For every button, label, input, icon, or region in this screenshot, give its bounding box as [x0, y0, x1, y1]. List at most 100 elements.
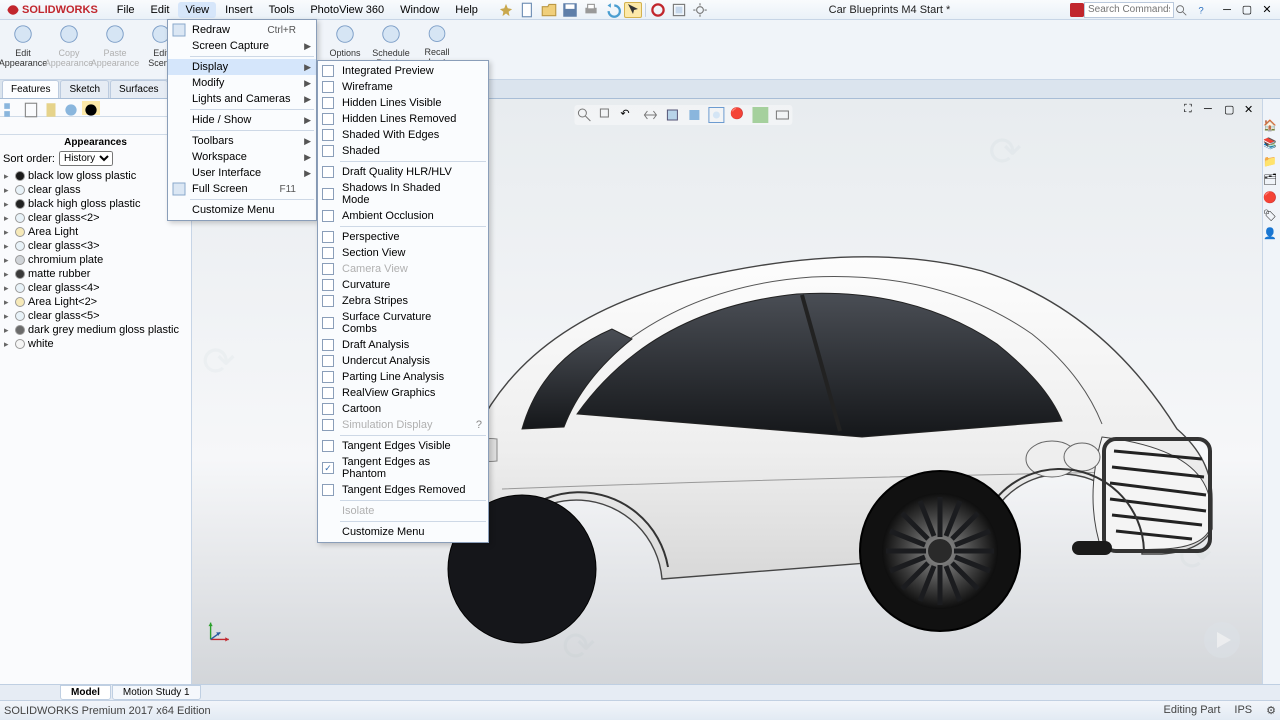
dimxpert-icon[interactable] [62, 101, 80, 115]
menuitem-tangent-edges-as-phantom[interactable]: ✓Tangent Edges as Phantom [318, 454, 488, 482]
menuitem-hide-show[interactable]: Hide / Show▶ [168, 112, 316, 128]
appearance-item[interactable]: ▸clear glass<2> [4, 211, 187, 225]
menuitem-full-screen[interactable]: Full ScreenF11 [168, 181, 316, 197]
pin-icon[interactable] [499, 3, 513, 17]
menuitem-shaded-with-edges[interactable]: Shaded With Edges [318, 127, 488, 143]
appearance-item[interactable]: ▸Area Light [4, 225, 187, 239]
search-input[interactable] [1084, 2, 1174, 18]
menuitem-tangent-edges-removed[interactable]: Tangent Edges Removed [318, 482, 488, 498]
menuitem-wireframe[interactable]: Wireframe [318, 79, 488, 95]
appearance-item[interactable]: ▸clear glass<4> [4, 281, 187, 295]
menuitem-draft-quality-hlr-hlv[interactable]: Draft Quality HLR/HLV [318, 164, 488, 180]
bottom-tab-model[interactable]: Model [60, 685, 111, 700]
settings-icon[interactable] [691, 2, 709, 18]
prev-view-icon[interactable]: ↶ [620, 107, 636, 123]
menuitem-undercut-analysis[interactable]: Undercut Analysis [318, 353, 488, 369]
viewport-expand-icon[interactable]: ⛶ [1184, 103, 1198, 117]
display-style-icon[interactable] [686, 107, 702, 123]
new-icon[interactable] [519, 2, 537, 18]
appearance-item[interactable]: ▸matte rubber [4, 267, 187, 281]
menuitem-customize-menu[interactable]: Customize Menu [318, 524, 488, 540]
open-icon[interactable] [540, 2, 558, 18]
custom-props-icon[interactable]: 🏷 [1263, 209, 1279, 225]
menuitem-tangent-edges-visible[interactable]: Tangent Edges Visible [318, 438, 488, 454]
menuitem-toolbars[interactable]: Toolbars▶ [168, 133, 316, 149]
feature-tree-icon[interactable] [2, 101, 20, 115]
appearance-item[interactable]: ▸black low gloss plastic [4, 169, 187, 183]
menuitem-shaded[interactable]: Shaded [318, 143, 488, 159]
design-lib-icon[interactable]: 📚 [1263, 137, 1279, 153]
display-mgr-icon[interactable] [82, 101, 100, 115]
menuitem-screen-capture[interactable]: Screen Capture▶ [168, 38, 316, 54]
menuitem-perspective[interactable]: Perspective [318, 229, 488, 245]
menu-edit[interactable]: Edit [144, 2, 177, 18]
menuitem-cartoon[interactable]: Cartoon [318, 401, 488, 417]
search-commands[interactable] [1070, 2, 1188, 18]
file-explorer-icon[interactable]: 📁 [1263, 155, 1279, 171]
bottom-tab-motion-study-1[interactable]: Motion Study 1 [112, 685, 201, 700]
menuitem-shadows-in-shaded-mode[interactable]: Shadows In Shaded Mode [318, 180, 488, 208]
apply-scene-icon[interactable] [752, 107, 768, 123]
viewport-min-icon[interactable]: ─ [1204, 103, 1218, 117]
viewport-max-icon[interactable]: ▢ [1224, 103, 1238, 117]
menuitem-section-view[interactable]: Section View [318, 245, 488, 261]
appearance-item[interactable]: ▸clear glass<3> [4, 239, 187, 253]
undo-icon[interactable] [603, 2, 621, 18]
ribbon-edit[interactable]: EditAppearance [0, 22, 46, 79]
viewport-close-icon[interactable]: ✕ [1244, 103, 1258, 117]
appearance-item[interactable]: ▸white [4, 337, 187, 351]
hide-show-icon[interactable] [708, 107, 724, 123]
menuitem-hidden-lines-removed[interactable]: Hidden Lines Removed [318, 111, 488, 127]
menu-view[interactable]: View [178, 2, 216, 18]
menu-help[interactable]: Help [448, 2, 485, 18]
menu-tools[interactable]: Tools [262, 2, 302, 18]
menuitem-realview-graphics[interactable]: RealView Graphics [318, 385, 488, 401]
menu-file[interactable]: File [110, 2, 142, 18]
menuitem-hidden-lines-visible[interactable]: Hidden Lines Visible [318, 95, 488, 111]
close-button[interactable]: ✕ [1260, 3, 1274, 17]
menuitem-customize-menu[interactable]: Customize Menu [168, 202, 316, 218]
appearance-item[interactable]: ▸dark grey medium gloss plastic [4, 323, 187, 337]
appearance-item[interactable]: ▸clear glass<5> [4, 309, 187, 323]
sort-select[interactable]: History [59, 151, 113, 166]
appearance-item[interactable]: ▸clear glass [4, 183, 187, 197]
appearance-item[interactable]: ▸chromium plate [4, 253, 187, 267]
section-icon[interactable] [642, 107, 658, 123]
status-gear-icon[interactable]: ⚙ [1266, 704, 1276, 717]
tab-features[interactable]: Features [2, 80, 59, 98]
menuitem-user-interface[interactable]: User Interface▶ [168, 165, 316, 181]
menuitem-modify[interactable]: Modify▶ [168, 75, 316, 91]
menuitem-parting-line-analysis[interactable]: Parting Line Analysis [318, 369, 488, 385]
rebuild-icon[interactable] [649, 2, 667, 18]
select-icon[interactable] [624, 2, 642, 18]
menuitem-surface-curvature-combs[interactable]: Surface Curvature Combs [318, 309, 488, 337]
forum-icon[interactable]: 👤 [1263, 227, 1279, 243]
search-icon[interactable] [1174, 3, 1188, 17]
save-icon[interactable] [561, 2, 579, 18]
menuitem-draft-analysis[interactable]: Draft Analysis [318, 337, 488, 353]
zoom-fit-icon[interactable] [576, 107, 592, 123]
prop-mgr-icon[interactable] [22, 101, 40, 115]
options-icon[interactable] [670, 2, 688, 18]
print-icon[interactable] [582, 2, 600, 18]
menuitem-workspace[interactable]: Workspace▶ [168, 149, 316, 165]
appearance-item[interactable]: ▸Area Light<2> [4, 295, 187, 309]
view-orient-icon[interactable] [664, 107, 680, 123]
menu-photoview-360[interactable]: PhotoView 360 [303, 2, 391, 18]
maximize-button[interactable]: ▢ [1240, 3, 1254, 17]
config-icon[interactable] [42, 101, 60, 115]
appearances-panel-icon[interactable]: 🔴 [1263, 191, 1279, 207]
menuitem-redraw[interactable]: RedrawCtrl+R [168, 22, 316, 38]
menuitem-curvature[interactable]: Curvature [318, 277, 488, 293]
menuitem-ambient-occlusion[interactable]: Ambient Occlusion [318, 208, 488, 224]
view-settings-icon[interactable] [774, 107, 790, 123]
home-icon[interactable]: 🏠 [1263, 119, 1279, 135]
edit-appearance-icon[interactable]: 🔴 [730, 107, 746, 123]
tab-sketch[interactable]: Sketch [60, 80, 109, 98]
menuitem-zebra-stripes[interactable]: Zebra Stripes [318, 293, 488, 309]
menu-window[interactable]: Window [393, 2, 446, 18]
menuitem-display[interactable]: Display▶ [168, 59, 316, 75]
menu-insert[interactable]: Insert [218, 2, 260, 18]
menuitem-lights-and-cameras[interactable]: Lights and Cameras▶ [168, 91, 316, 107]
zoom-area-icon[interactable] [598, 107, 614, 123]
